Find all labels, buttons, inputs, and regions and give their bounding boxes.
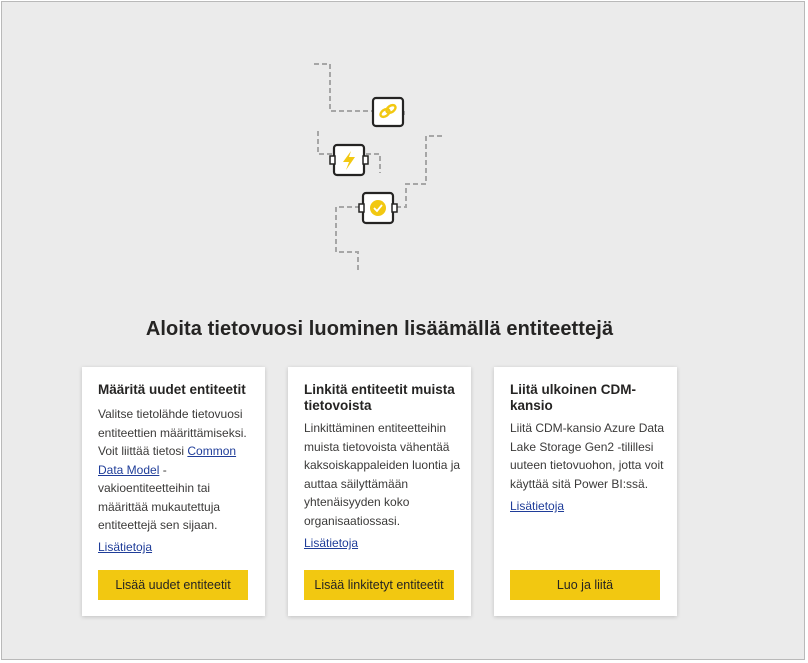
card-description: Linkittäminen entiteetteihin muista tiet… bbox=[304, 421, 461, 528]
card-define-new-entities: Määritä uudet entiteetit Valitse tietolä… bbox=[82, 367, 265, 616]
card-title: Määritä uudet entiteetit bbox=[98, 382, 246, 397]
card-title: Linkitä entiteetit muista tietovoista bbox=[304, 382, 455, 413]
badge-check-icon bbox=[358, 191, 398, 225]
dataflow-illustration bbox=[314, 63, 442, 273]
page-title: Aloita tietovuosi luominen lisäämällä en… bbox=[145, 318, 614, 340]
add-linked-entities-button[interactable]: Lisää linkitetyt entiteetit bbox=[304, 570, 454, 600]
card-description: Liitä CDM-kansio Azure Data Lake Storage… bbox=[510, 421, 665, 491]
card-attach-cdm-folder: Liitä ulkoinen CDM-kansio Liitä CDM-kans… bbox=[494, 367, 677, 616]
card-link-entities: Linkitä entiteetit muista tietovoista Li… bbox=[288, 367, 471, 616]
learn-more-link[interactable]: Lisätietoja bbox=[510, 499, 564, 513]
card-title: Liitä ulkoinen CDM-kansio bbox=[510, 382, 636, 413]
learn-more-link[interactable]: Lisätietoja bbox=[304, 536, 358, 550]
dataflow-start-page: Aloita tietovuosi luominen lisäämällä en… bbox=[1, 1, 805, 660]
lightning-icon bbox=[329, 143, 369, 177]
card-description: Valitse tietolähde tietovuosi entiteetti… bbox=[98, 405, 255, 535]
add-new-entities-button[interactable]: Lisää uudet entiteetit bbox=[98, 570, 248, 600]
create-and-attach-button[interactable]: Luo ja liitä bbox=[510, 570, 660, 600]
learn-more-link[interactable]: Lisätietoja bbox=[98, 540, 152, 554]
link-icon bbox=[371, 96, 405, 128]
